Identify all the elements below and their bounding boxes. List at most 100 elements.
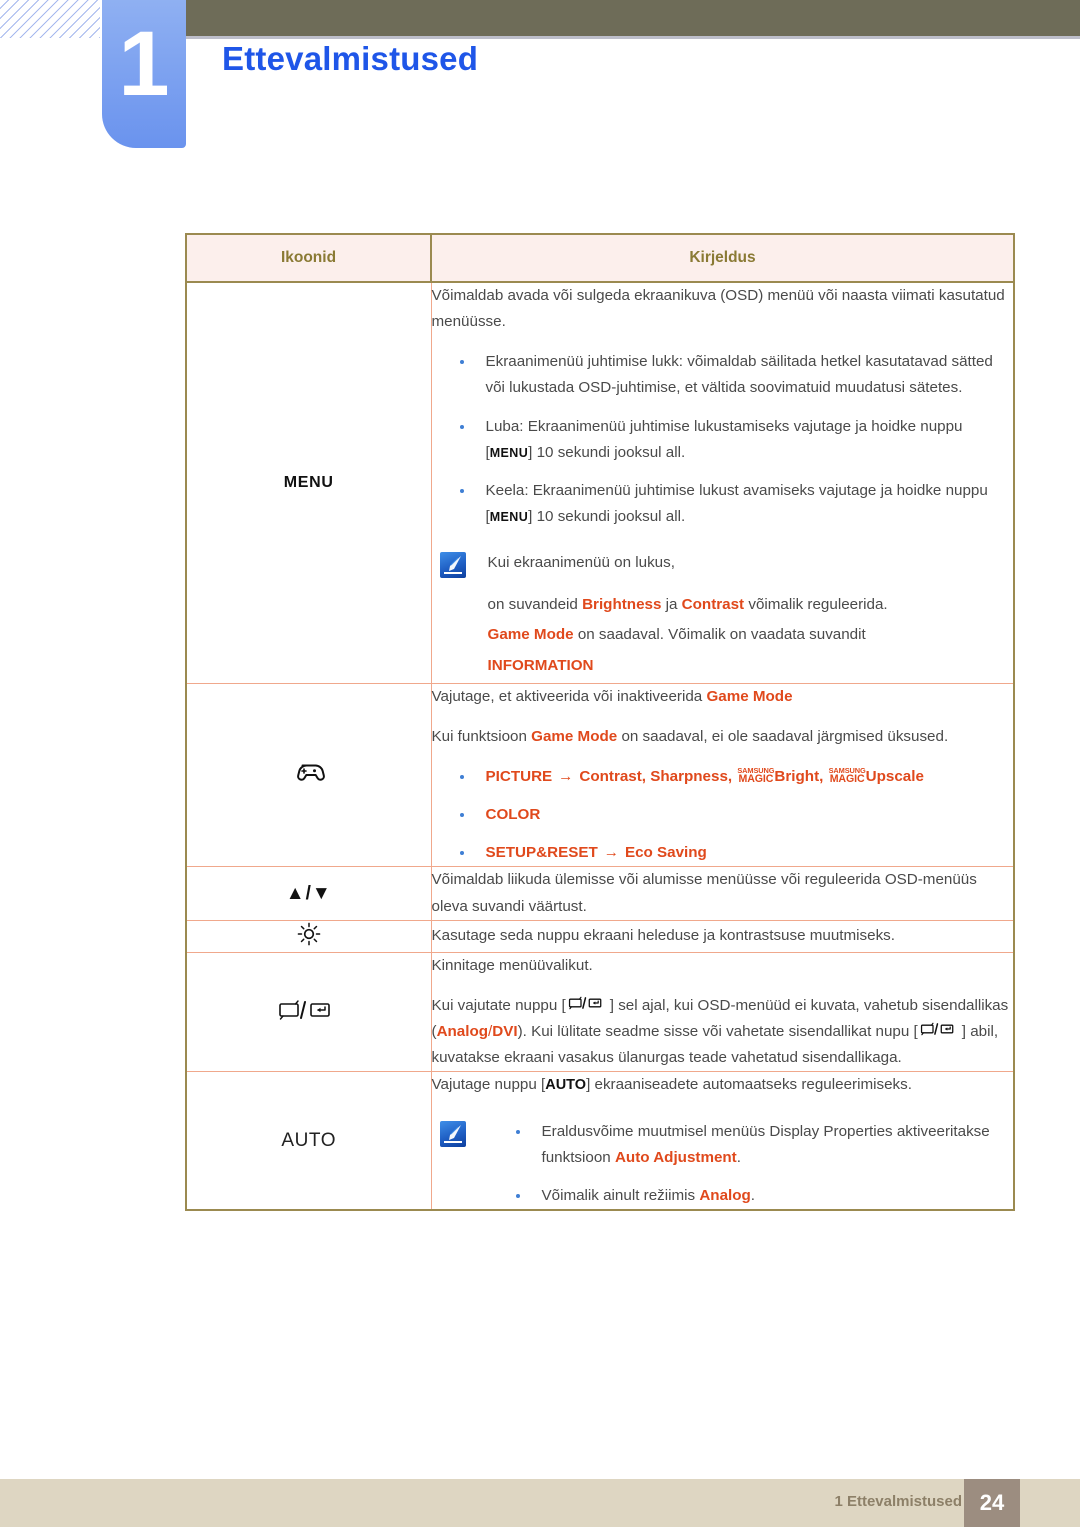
picture-submenu-terms: Contrast, Sharpness,	[579, 767, 737, 785]
dvi-term: DVI	[492, 1023, 518, 1041]
magic-bottom: MAGIC	[829, 772, 865, 785]
icon-cell-auto: AUTO	[186, 1071, 432, 1210]
note-frag: ja	[661, 596, 682, 614]
arrow-glyph: →	[558, 767, 574, 785]
text-frag: Võimalik ainult režiimis	[541, 1186, 700, 1204]
enter-line-1: Kinnitage menüüvalikut.	[431, 956, 593, 974]
magic-bottom: MAGIC	[738, 772, 774, 785]
decorative-hatch-pattern	[0, 0, 100, 38]
analog-term: Analog	[699, 1186, 751, 1204]
chapter-number-badge: 1	[102, 0, 186, 148]
column-header-description: Kirjeldus	[431, 234, 1014, 283]
auto-adjustment-term: Auto Adjustment	[614, 1148, 737, 1166]
contrast-term: Contrast	[681, 596, 745, 614]
game-mode-term: Game Mode	[487, 626, 574, 644]
game-mode-term: Game Mode	[706, 687, 793, 705]
magicupscale-term: Upscale	[865, 767, 924, 785]
button-description-table: Ikoonid Kirjeldus MENU Võimaldab avada v…	[185, 233, 1015, 1211]
brightness-description: Kasutage seda nuppu ekraani heleduse ja …	[431, 927, 896, 945]
text-frag: ). Kui lülitate seadme sisse või vahetat…	[517, 1023, 918, 1041]
icon-cell-brightness	[186, 919, 432, 953]
menu-key-label: MENU	[489, 445, 529, 460]
table-row: MENU Võimaldab avada või sulgeda ekraani…	[186, 282, 1014, 684]
footer-chapter-label: 1 Ettevalmistused	[834, 1493, 962, 1510]
note-line-3: Game Mode on saadaval. Võimalik on vaada…	[488, 622, 1014, 648]
samsung-magic-logo: SAMSUNG MAGIC	[829, 768, 866, 785]
text-frag: Vajutage nuppu [	[431, 1076, 546, 1094]
list-item: PICTURE → Contrast, Sharpness, SAMSUNG MAGI…	[432, 764, 1014, 790]
updown-description: Võimaldab liikuda ülemisse või alumisse …	[431, 871, 977, 915]
page-number: 24	[964, 1479, 1020, 1527]
note-line-2: on suvandeid Brightness ja Contrast võim…	[488, 592, 1014, 618]
note-block: Kui ekraanimenüü on lukus, on suvandeid …	[432, 550, 1014, 679]
page-footer: 1 Ettevalmistused 24	[0, 1479, 1080, 1527]
magicbright-term: Bright,	[774, 767, 828, 785]
desc-cell-menu: Võimaldab avada või sulgeda ekraanikuva …	[431, 282, 1014, 683]
arrow-glyph: →	[603, 844, 619, 862]
source-enter-icon-inline	[566, 993, 610, 1019]
source-enter-icon	[278, 999, 340, 1026]
gamemode-line-2: Kui funktsioon Game Mode on saadaval, ei…	[432, 724, 1014, 750]
text-frag: ] ekraaniseadete automaatseks reguleerim…	[586, 1076, 912, 1094]
list-item: COLOR	[432, 802, 1014, 828]
desc-cell-updown: Võimaldab liikuda ülemisse või alumisse …	[431, 866, 1014, 921]
list-item: Keela: Ekraanimenüü juhtimise lukust ava…	[432, 478, 1014, 530]
information-term: INFORMATION	[487, 656, 594, 674]
game-mode-term: Game Mode	[531, 727, 618, 745]
chapter-number: 1	[118, 13, 170, 115]
samsung-magic-logo: SAMSUNG MAGIC	[737, 768, 774, 785]
bullet-text: Luba: Ekraanimenüü juhtimise lukustamise…	[485, 417, 963, 461]
header-olive-bar-shadow	[186, 36, 1080, 39]
note-frag: on saadaval. Võimalik on vaadata suvandi…	[573, 626, 866, 644]
note-frag: on suvandeid	[487, 596, 583, 614]
column-header-icons: Ikoonid	[186, 234, 432, 283]
list-item: Luba: Ekraanimenüü juhtimise lukustamise…	[432, 414, 1014, 466]
gamemode-line-1: Vajutage, et aktiveerida või inaktiveeri…	[432, 684, 1014, 710]
enter-line-2: Kui vajutate nuppu [] sel ajal, kui OSD-…	[432, 993, 1014, 1072]
list-item: Eraldusvõime muutmisel menüüs Display Pr…	[488, 1119, 1014, 1171]
color-menu-term: COLOR	[485, 806, 541, 824]
table-row: Kinnitage menüüvalikut. Kui vajutate nup…	[186, 951, 1014, 1072]
desc-cell-source-enter: Kinnitage menüüvalikut. Kui vajutate nup…	[431, 951, 1014, 1072]
brightness-term: Brightness	[582, 596, 662, 614]
menu-intro-text: Võimaldab avada või sulgeda ekraanikuva …	[431, 287, 1005, 331]
table-row: Kasutage seda nuppu ekraani heleduse ja …	[186, 919, 1014, 953]
table-header-row: Ikoonid Kirjeldus	[186, 234, 1014, 283]
text-frag: .	[736, 1148, 741, 1166]
list-item: Ekraanimenüü juhtimise lukk: võimaldab s…	[432, 349, 1014, 401]
icon-cell-menu: MENU	[186, 282, 432, 684]
auto-line-1: Vajutage nuppu [AUTO] ekraaniseadete aut…	[432, 1072, 1014, 1098]
page-title: Ettevalmistused	[222, 40, 479, 77]
table-row: AUTO Vajutage nuppu [AUTO] ekraaniseadet…	[186, 1071, 1014, 1210]
menu-icon: MENU	[283, 473, 334, 491]
text-frag: Eraldusvõime muutmisel menüüs Display Pr…	[541, 1122, 990, 1166]
desc-cell-gamepad: Vajutage, et aktiveerida või inaktiveeri…	[431, 682, 1014, 867]
text-frag: Kui vajutate nuppu [	[431, 996, 566, 1014]
note-pen-icon	[439, 552, 466, 579]
up-down-arrows-icon: ▲/▼	[285, 882, 332, 904]
icon-cell-updown: ▲/▼	[186, 866, 432, 921]
picture-menu-term: PICTURE	[485, 767, 553, 785]
table-row: ▲/▼ Võimaldab liikuda ülemisse või alumi…	[186, 866, 1014, 921]
gamepad-icon	[292, 761, 326, 790]
list-item: SETUP&RESET → Eco Saving	[432, 840, 1014, 866]
brightness-sun-icon	[296, 921, 322, 952]
header-olive-bar	[186, 0, 1080, 36]
analog-term: Analog	[436, 1023, 489, 1041]
desc-cell-brightness: Kasutage seda nuppu ekraani heleduse ja …	[431, 919, 1014, 953]
table-row: Vajutage, et aktiveerida või inaktiveeri…	[186, 682, 1014, 867]
setupreset-menu-term: SETUP&RESET	[485, 844, 598, 862]
icon-cell-gamepad	[186, 682, 432, 867]
bullet-text: Keela: Ekraanimenüü juhtimise lukust ava…	[485, 481, 988, 525]
note-block: Eraldusvõime muutmisel menüüs Display Pr…	[432, 1119, 1014, 1209]
text-frag: Vajutage, et aktiveerida või inaktiveeri…	[431, 687, 707, 705]
list-item: Võimalik ainult režiimis Analog.	[488, 1183, 1014, 1209]
page-header: 1 Ettevalmistused	[0, 0, 1080, 160]
auto-key-label: AUTO	[545, 1077, 587, 1094]
note-line-1: Kui ekraanimenüü on lukus,	[487, 554, 675, 572]
source-enter-icon-inline	[918, 1019, 962, 1045]
desc-cell-auto: Vajutage nuppu [AUTO] ekraaniseadete aut…	[431, 1071, 1014, 1210]
text-frag: .	[750, 1186, 756, 1204]
ecosaving-term: Eco Saving	[624, 844, 707, 862]
text-frag: on saadaval, ei ole saadaval järgmised ü…	[617, 727, 949, 745]
